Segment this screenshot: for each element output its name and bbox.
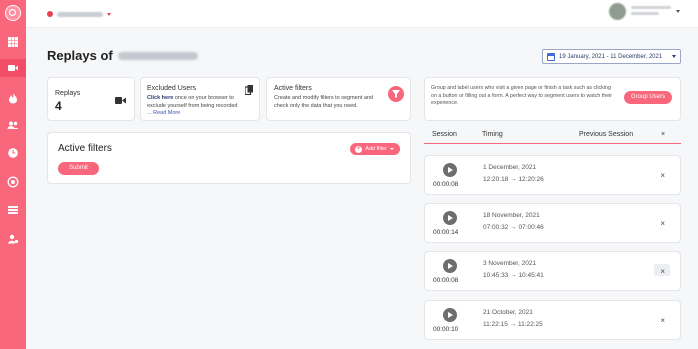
session-start-time: 11:22:15 [483, 321, 508, 328]
session-start-time: 10:45:33 [483, 272, 509, 279]
session-end-time: 12:20:26 [518, 176, 544, 183]
session-start-time: 12:20:18 [483, 176, 509, 183]
session-duration: 00:00:14 [433, 229, 459, 236]
clock-icon[interactable] [7, 147, 19, 159]
session-times: 12:20:18 → 12:20:26 [483, 176, 544, 183]
video-camera-icon[interactable] [7, 62, 19, 74]
session-duration: 00:00:08 [433, 181, 459, 188]
header-previous-session: Previous Session [579, 131, 634, 138]
session-end-time: 11:22:25 [517, 321, 543, 328]
session-start-time: 07:00:32 [483, 224, 509, 231]
user-menu[interactable] [609, 3, 680, 20]
project-status-icon [47, 11, 53, 17]
play-icon[interactable] [443, 308, 457, 322]
close-icon[interactable]: × [660, 171, 665, 180]
avatar [609, 3, 626, 20]
play-icon[interactable] [443, 259, 457, 273]
submit-button[interactable]: Submit [58, 162, 99, 175]
active-filters-card-title: Active filters [274, 85, 312, 92]
session-end-time: 07:00:46 [518, 224, 544, 231]
session-date: 18 November, 2021 [483, 212, 540, 219]
play-icon[interactable] [443, 163, 457, 177]
project-name-redacted [57, 11, 103, 17]
logo-icon[interactable] [5, 5, 21, 21]
target-icon[interactable] [7, 176, 19, 188]
active-filters-card: Active filters Create and modify filters… [266, 77, 411, 121]
header-timing: Timing [482, 131, 503, 138]
flame-icon[interactable] [7, 92, 19, 104]
close-icon[interactable]: × [660, 219, 665, 228]
session-date: 1 December, 2021 [483, 164, 537, 171]
session-row[interactable]: 00:00:08 1 December, 2021 12:20:18 → 12:… [424, 155, 681, 195]
play-icon[interactable] [443, 211, 457, 225]
group-users-text: Group and label users who visit a given … [431, 85, 613, 106]
session-duration: 00:00:10 [433, 326, 459, 333]
date-range-text: 19 January, 2021 - 11 December, 2021 [559, 53, 663, 60]
sessions-table-header: Session Timing Previous Session × [424, 126, 681, 144]
chevron-down-icon [390, 148, 394, 150]
page-title: Replays of [47, 48, 198, 63]
session-times: 07:00:32 → 07:00:46 [483, 224, 544, 231]
session-row[interactable]: 00:00:14 18 November, 2021 07:00:32 → 07… [424, 203, 681, 243]
session-date: 3 November, 2021 [483, 260, 537, 267]
active-filters-panel: Active filters + Add filter Submit [47, 132, 411, 184]
chevron-down-icon [676, 10, 680, 13]
session-row[interactable]: 00:00:10 21 October, 2021 11:22:15 → 11:… [424, 300, 681, 340]
page-title-text: Replays of [47, 48, 113, 63]
chevron-down-icon [672, 55, 676, 58]
sidebar [0, 0, 26, 349]
table-icon[interactable] [7, 204, 19, 216]
close-icon[interactable]: × [660, 316, 665, 325]
add-filter-label: Add filter [365, 146, 387, 152]
session-times: 10:45:33 → 10:45:41 [483, 272, 544, 279]
project-selector[interactable] [47, 9, 111, 19]
read-more-link[interactable]: ... Read More [147, 110, 180, 116]
header-close-icon[interactable]: × [661, 131, 665, 138]
date-range-picker[interactable]: 19 January, 2021 - 11 December, 2021 [542, 49, 681, 64]
active-filters-title: Active filters [58, 143, 112, 154]
calendar-icon [547, 52, 555, 61]
user-settings-icon[interactable] [7, 233, 19, 245]
session-date: 21 October, 2021 [483, 309, 533, 316]
excluded-users-title: Excluded Users [147, 85, 197, 92]
video-camera-icon [115, 96, 126, 107]
session-row[interactable]: 00:00:08 3 November, 2021 10:45:33 → 10:… [424, 251, 681, 291]
replays-count: 4 [55, 99, 62, 113]
replays-card: Replays 4 [47, 77, 135, 121]
replays-label: Replays [55, 90, 81, 97]
users-icon[interactable] [7, 119, 19, 131]
exclude-click-here-link[interactable]: Click here [147, 95, 173, 101]
excluded-users-card: Excluded Users Click here once on your b… [140, 77, 260, 121]
group-users-button[interactable]: Group Users [623, 91, 672, 104]
page-title-redacted [117, 51, 198, 60]
excluded-users-text: Click here once on your browser to exclu… [147, 95, 253, 118]
chevron-down-icon [107, 12, 111, 16]
header-session: Session [432, 131, 457, 138]
session-duration: 00:00:08 [433, 277, 459, 284]
session-times: 11:22:15 → 11:22:25 [483, 321, 543, 328]
user-name-redacted [631, 5, 671, 18]
active-filters-card-text: Create and modify filters to segment and… [274, 95, 374, 109]
dashboard-grid-icon[interactable] [7, 36, 19, 48]
top-bar [26, 0, 698, 28]
filter-funnel-icon[interactable] [388, 86, 404, 102]
session-end-time: 10:45:41 [518, 272, 544, 279]
add-filter-button[interactable]: + Add filter [350, 143, 400, 155]
plus-icon: + [355, 145, 363, 153]
close-icon[interactable]: × [660, 267, 665, 276]
group-users-card: Group and label users who visit a given … [424, 77, 681, 121]
